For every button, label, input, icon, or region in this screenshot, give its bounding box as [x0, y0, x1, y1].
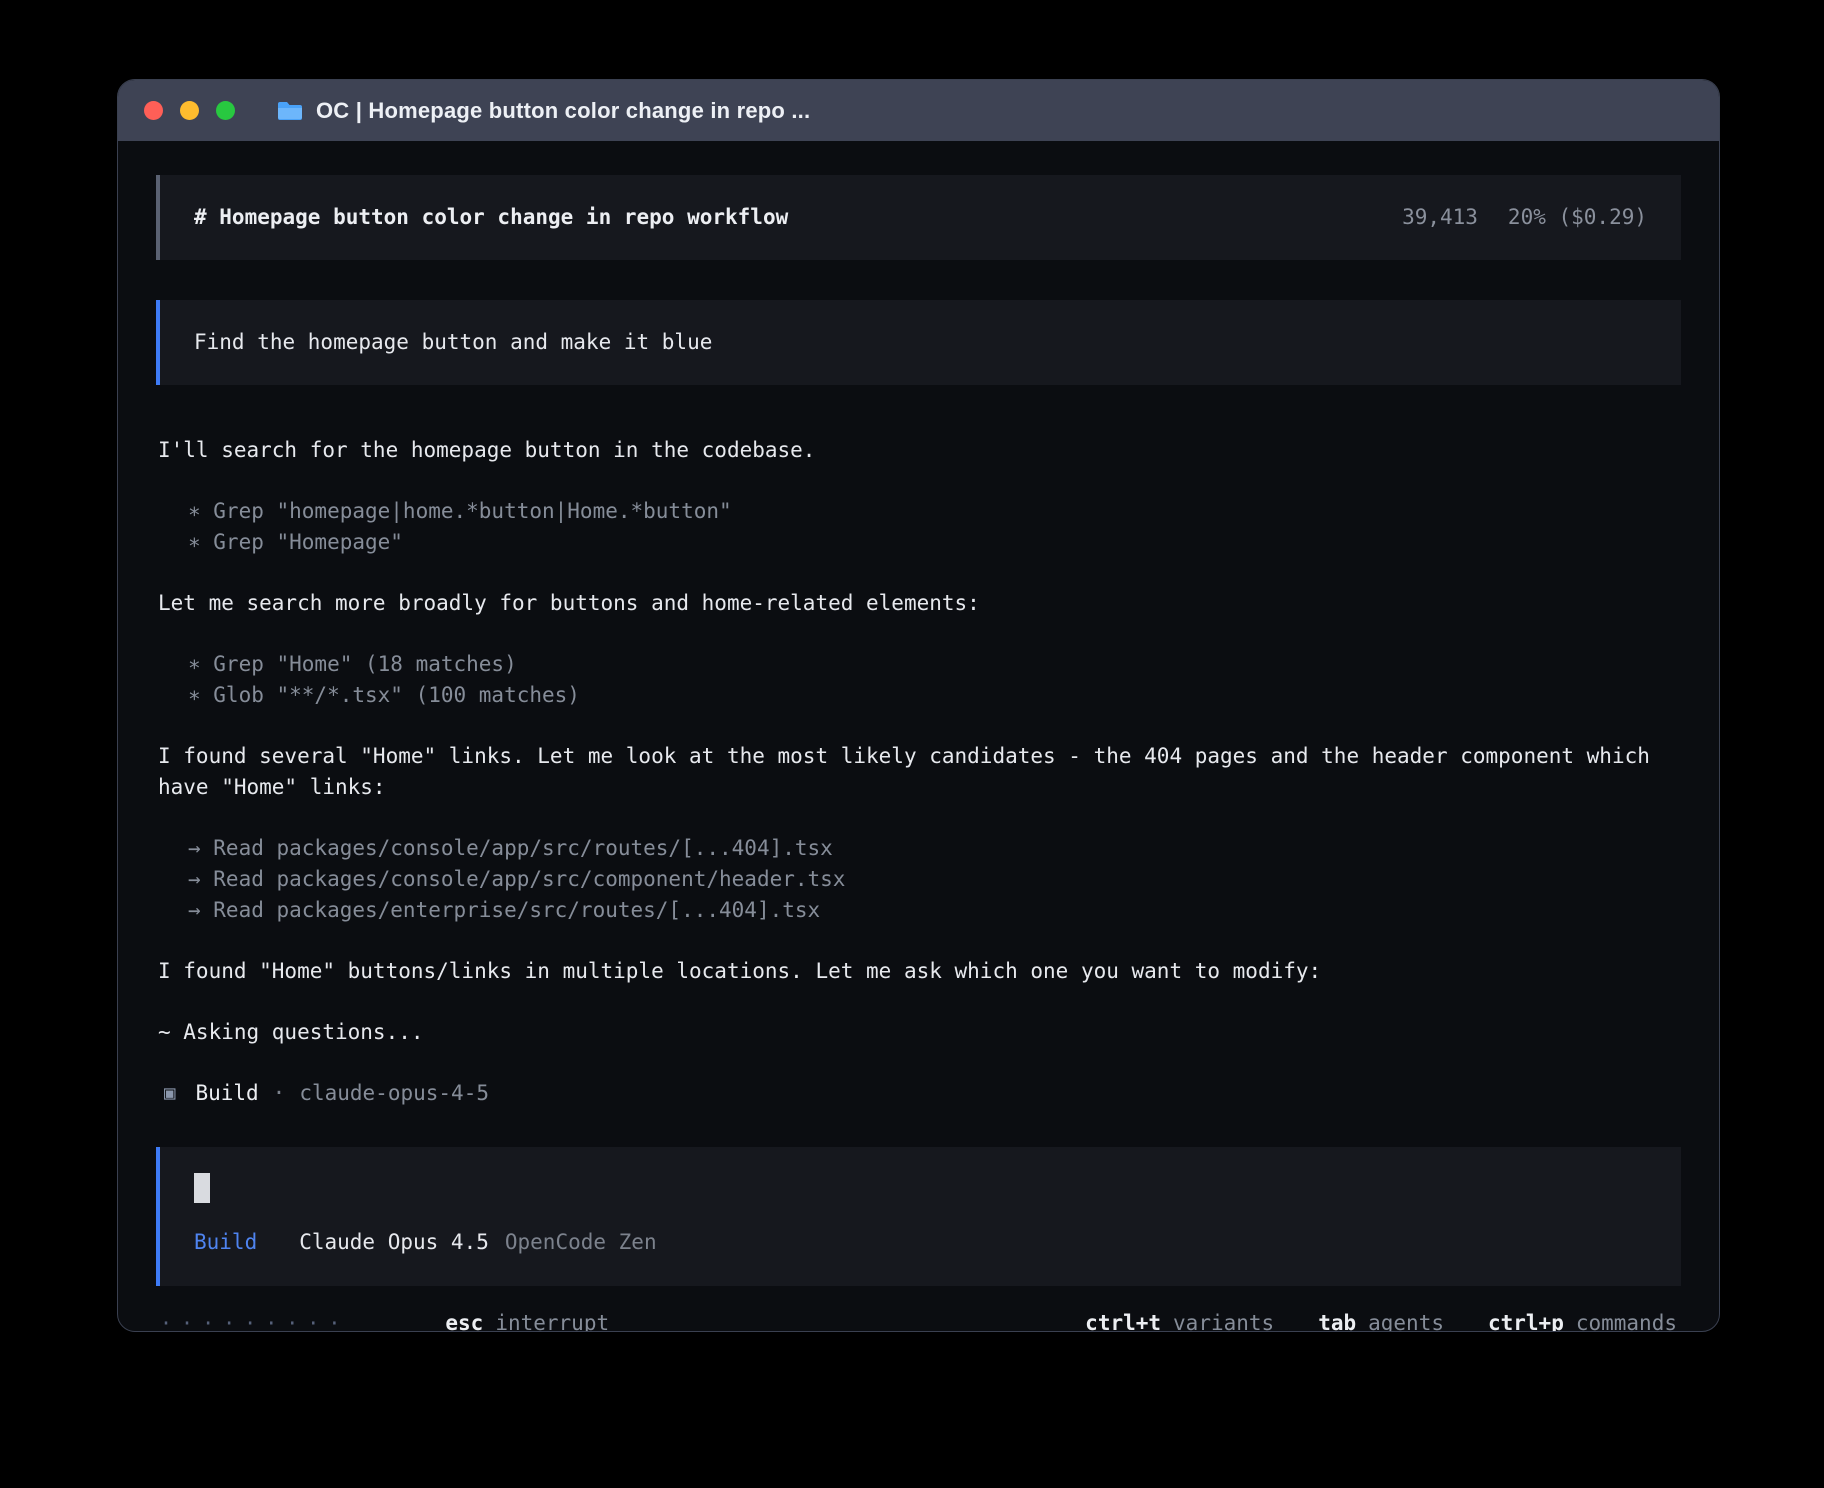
tool-call-read: → Read packages/enterprise/src/routes/[.…	[158, 895, 1679, 926]
tool-call-read: → Read packages/console/app/src/routes/[…	[158, 833, 1679, 864]
tool-call-grep: ∗ Grep "Home" (18 matches)	[158, 649, 1679, 680]
input-mode-label[interactable]: Build	[194, 1227, 257, 1258]
asking-questions-status: ~ Asking questions...	[158, 1017, 1679, 1048]
agent-status-row: ▣ Build · claude-opus-4-5	[158, 1078, 1679, 1109]
window-title-group: OC | Homepage button color change in rep…	[277, 98, 810, 124]
prompt-input[interactable]: Build Claude Opus 4.5 OpenCode Zen	[156, 1147, 1681, 1286]
shortcut-key: tab	[1318, 1311, 1356, 1331]
shortcut-label: variants	[1173, 1311, 1274, 1331]
agent-separator: ·	[273, 1078, 286, 1109]
shortcut-label: commands	[1576, 1311, 1677, 1331]
text-cursor	[194, 1173, 210, 1203]
zoom-window-button[interactable]	[216, 101, 235, 120]
agent-model: claude-opus-4-5	[299, 1078, 489, 1109]
shortcut-interrupt: esc interrupt	[445, 1308, 609, 1331]
conversation-transcript: I'll search for the homepage button in t…	[156, 435, 1681, 1147]
shortcut-key: esc	[445, 1311, 483, 1331]
shortcut-key: ctrl+t	[1085, 1311, 1161, 1331]
tool-call-group: → Read packages/console/app/src/routes/[…	[158, 833, 1679, 926]
session-title: # Homepage button color change in repo w…	[194, 202, 788, 233]
window-title: OC | Homepage button color change in rep…	[316, 98, 810, 124]
agent-name: Build	[195, 1078, 258, 1109]
status-bar-left: ········· esc interrupt	[160, 1308, 609, 1331]
close-window-button[interactable]	[144, 101, 163, 120]
tool-call-grep: ∗ Grep "Homepage"	[158, 527, 1679, 558]
assistant-message: I'll search for the homepage button in t…	[158, 435, 1658, 466]
user-message: Find the homepage button and make it blu…	[156, 300, 1681, 385]
assistant-message: Let me search more broadly for buttons a…	[158, 588, 1658, 619]
shortcut-key: ctrl+p	[1488, 1311, 1564, 1331]
input-meta-row: Build Claude Opus 4.5 OpenCode Zen	[194, 1227, 1647, 1258]
status-bar: ········· esc interrupt ctrl+t variants ta…	[156, 1286, 1681, 1331]
user-message-text: Find the homepage button and make it blu…	[194, 327, 712, 358]
input-provider-label: OpenCode Zen	[505, 1227, 657, 1258]
tool-call-glob: ∗ Glob "**/*.tsx" (100 matches)	[158, 680, 1679, 711]
session-stats: 39,413 20% ($0.29)	[1402, 202, 1647, 233]
tool-call-group: ∗ Grep "homepage|home.*button|Home.*butt…	[158, 496, 1679, 558]
tool-call-read: → Read packages/console/app/src/componen…	[158, 864, 1679, 895]
folder-icon	[277, 100, 303, 121]
input-model-label[interactable]: Claude Opus 4.5	[299, 1227, 489, 1258]
assistant-message: I found "Home" buttons/links in multiple…	[158, 956, 1658, 987]
status-bar-right: ctrl+t variants tab agents ctrl+p commands	[1085, 1308, 1677, 1331]
terminal-content: # Homepage button color change in repo w…	[118, 141, 1719, 1331]
context-usage: 20% ($0.29)	[1508, 202, 1647, 233]
shortcut-variants: ctrl+t variants	[1085, 1308, 1274, 1331]
agent-square-icon: ▣	[164, 1078, 175, 1109]
token-count: 39,413	[1402, 202, 1478, 233]
terminal-window: OC | Homepage button color change in rep…	[117, 79, 1720, 1332]
session-header: # Homepage button color change in repo w…	[156, 175, 1681, 260]
shortcut-commands: ctrl+p commands	[1488, 1308, 1677, 1331]
minimize-window-button[interactable]	[180, 101, 199, 120]
shortcut-agents: tab agents	[1318, 1308, 1444, 1331]
tool-call-grep: ∗ Grep "homepage|home.*button|Home.*butt…	[158, 496, 1679, 527]
window-titlebar: OC | Homepage button color change in rep…	[118, 80, 1719, 141]
traffic-lights	[144, 101, 235, 120]
tool-call-group: ∗ Grep "Home" (18 matches) ∗ Glob "**/*.…	[158, 649, 1679, 711]
assistant-message: I found several "Home" links. Let me loo…	[158, 741, 1658, 803]
shortcut-label: agents	[1368, 1311, 1444, 1331]
activity-dots-indicator: ·········	[160, 1308, 349, 1331]
shortcut-label: interrupt	[495, 1311, 609, 1331]
